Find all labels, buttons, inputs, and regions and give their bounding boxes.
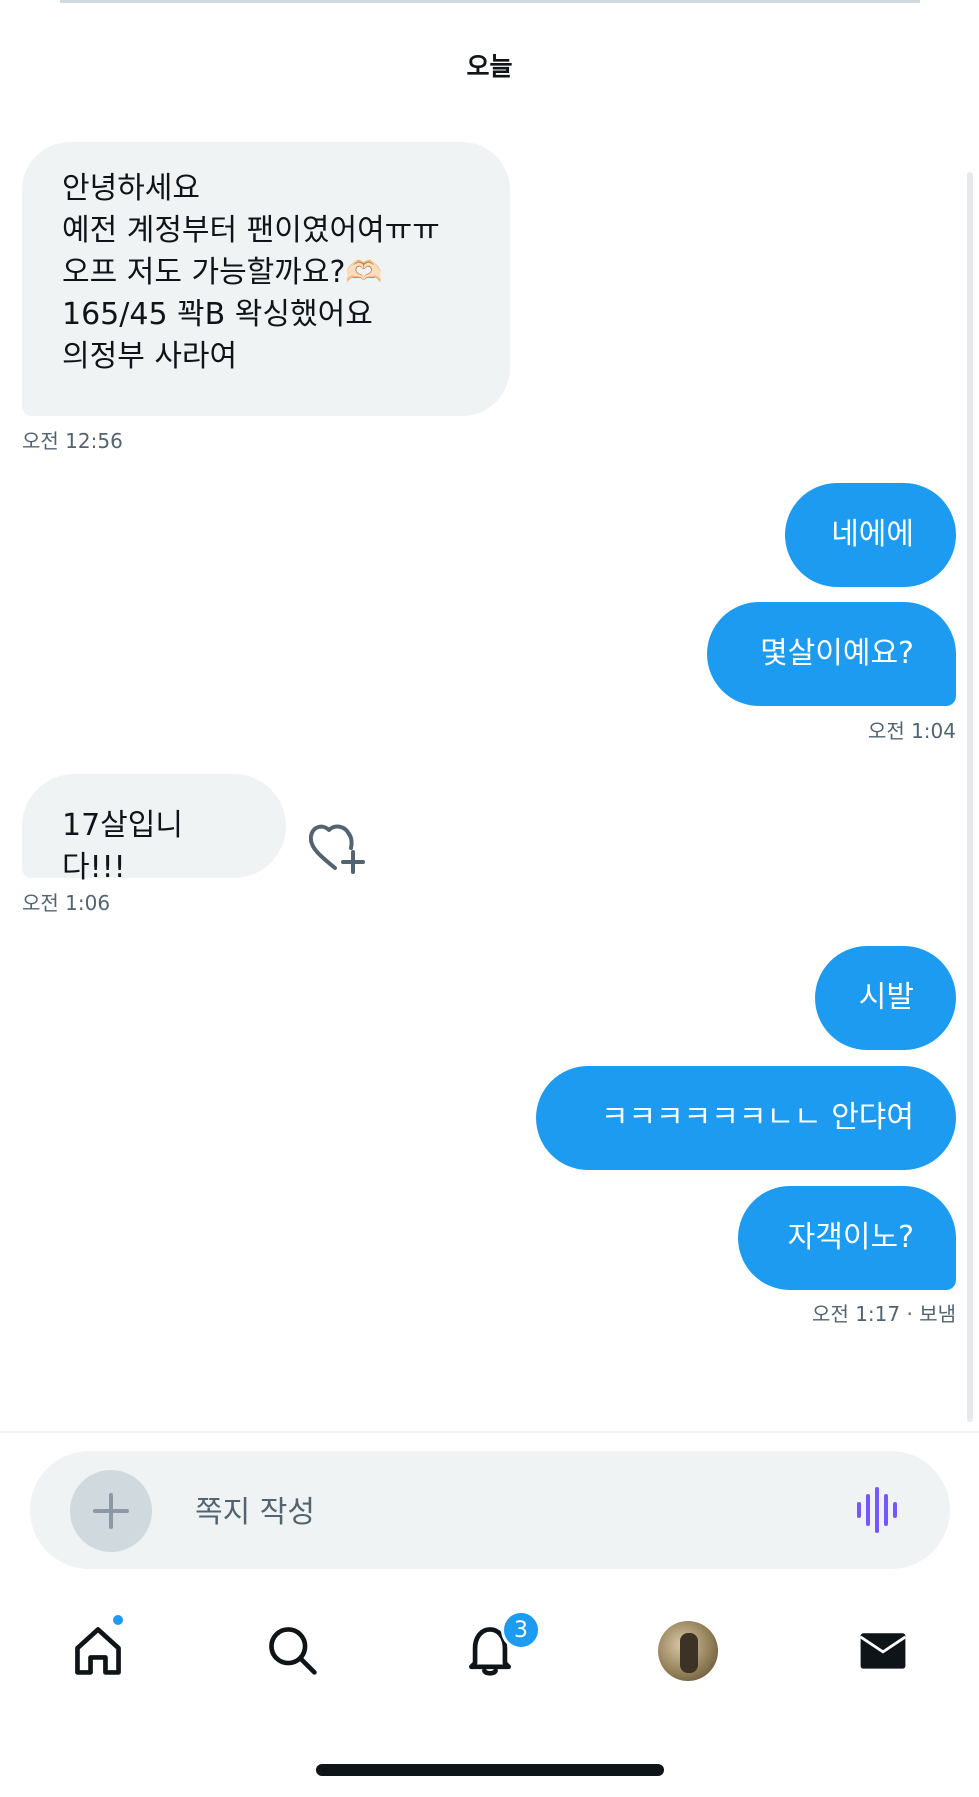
date-divider: 오늘 — [466, 52, 513, 81]
message-timestamp: 오전 12:56 — [22, 429, 123, 453]
composer-divider — [0, 1431, 979, 1433]
tab-mail[interactable] — [853, 1620, 913, 1680]
notification-count-badge: 3 — [501, 1610, 541, 1650]
message-bubble-outgoing[interactable]: 자객이노? — [738, 1186, 956, 1290]
message-bubble-incoming[interactable]: 17살입니다!!! — [22, 774, 286, 885]
tab-search[interactable] — [262, 1620, 322, 1680]
home-indicator[interactable] — [316, 1764, 664, 1776]
tab-profile-avatar[interactable] — [658, 1621, 718, 1681]
plus-icon — [93, 1493, 129, 1529]
top-divider — [60, 0, 920, 3]
message-timestamp: 오전 1:04 — [867, 719, 956, 743]
add-reaction-heart-icon[interactable] — [308, 822, 367, 874]
message-input[interactable]: 쪽지 작성 — [195, 1487, 315, 1531]
message-composer: 쪽지 작성 — [30, 1451, 950, 1569]
home-notification-dot — [111, 1613, 125, 1627]
message-timestamp: 오전 1:17 · 보냄 — [812, 1302, 956, 1326]
message-timestamp: 오전 1:06 — [22, 891, 111, 915]
message-bubble-incoming[interactable]: 안녕하세요 예전 계정부터 팬이였어여ㅠㅠ 오프 저도 가능할까요?🫶🏻 165… — [22, 142, 510, 416]
message-bubble-outgoing[interactable]: 네에에 — [785, 483, 956, 587]
message-bubble-outgoing[interactable]: 시발 — [815, 946, 956, 1050]
home-icon — [75, 1627, 121, 1675]
message-bubble-outgoing[interactable]: 몇살이예요? — [707, 602, 956, 706]
tab-home[interactable] — [68, 1620, 128, 1680]
voice-message-button[interactable] — [855, 1487, 901, 1533]
bottom-tab-bar — [0, 1600, 979, 1700]
scrollbar[interactable] — [967, 172, 973, 1422]
message-bubble-outgoing[interactable]: ㅋㅋㅋㅋㅋㅋㄴㄴ 안댜여 — [536, 1066, 956, 1170]
mail-icon — [859, 1633, 907, 1669]
add-attachment-button[interactable] — [70, 1470, 152, 1552]
search-icon — [269, 1627, 317, 1675]
voice-waveform-icon — [857, 1487, 897, 1533]
